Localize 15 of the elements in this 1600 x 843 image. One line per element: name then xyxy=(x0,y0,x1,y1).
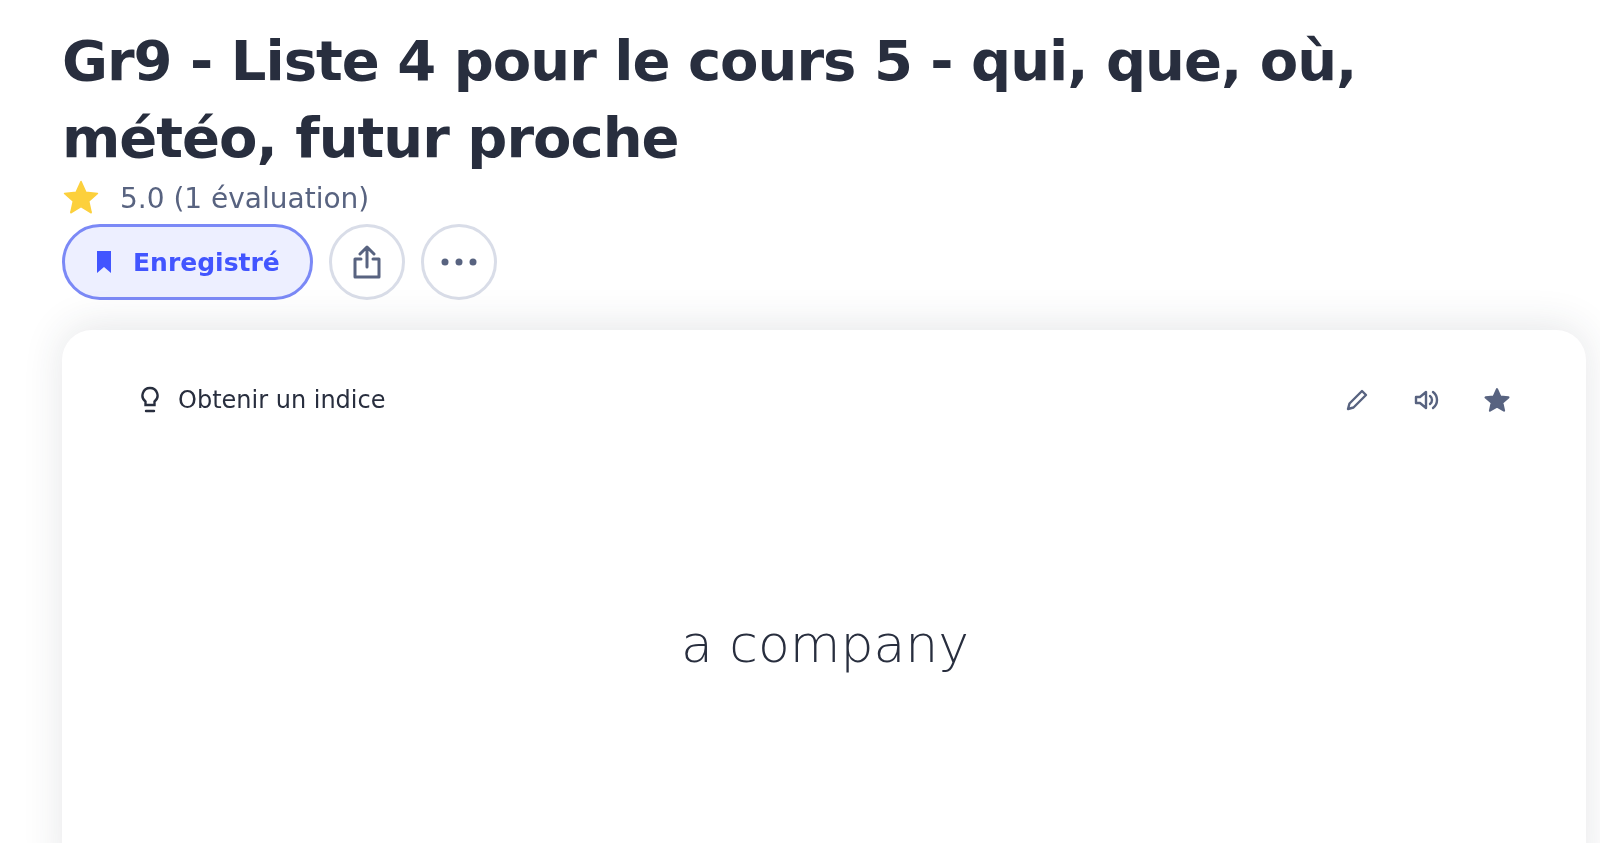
hint-button[interactable]: Obtenir un indice xyxy=(140,386,386,414)
saved-button[interactable]: Enregistré xyxy=(62,224,313,300)
bookmark-icon xyxy=(95,250,113,274)
flashcard[interactable]: Obtenir un indice a company xyxy=(62,330,1586,843)
star-icon xyxy=(1484,387,1510,413)
speaker-icon xyxy=(1414,389,1440,411)
page-title: Gr9 - Liste 4 pour le cours 5 - qui, que, où, météo, futur proche xyxy=(62,27,1358,172)
star-button[interactable] xyxy=(1484,387,1510,413)
more-icon xyxy=(440,258,477,266)
rating-text: 5.0 (1 évaluation) xyxy=(120,181,370,215)
edit-button[interactable] xyxy=(1344,387,1370,413)
star-icon xyxy=(62,180,100,216)
pencil-icon xyxy=(1345,388,1369,412)
lightbulb-icon xyxy=(140,386,160,414)
card-term: a company xyxy=(680,614,970,674)
